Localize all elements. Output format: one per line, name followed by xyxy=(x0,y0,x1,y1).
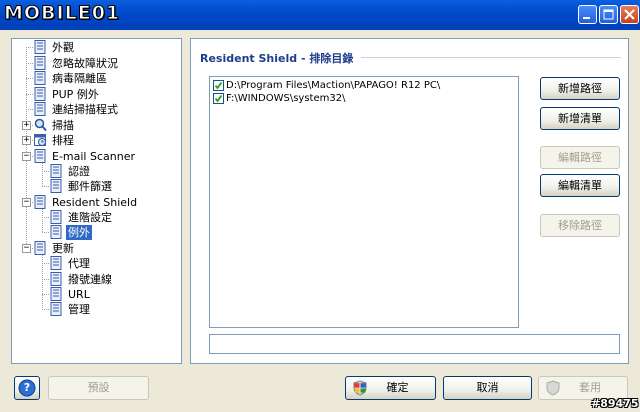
shield-icon xyxy=(546,380,560,396)
settings-page-icon xyxy=(34,71,46,85)
help-label: ? xyxy=(23,381,31,394)
expand-scan-button[interactable]: + xyxy=(22,121,31,130)
app-logo: MOBILE01 xyxy=(3,2,121,25)
tree-item-appearance[interactable]: 外觀 xyxy=(34,40,76,55)
close-icon xyxy=(624,9,635,20)
tree-item-proxy[interactable]: 代理 xyxy=(50,256,92,271)
settings-page-icon xyxy=(50,287,62,301)
edit-path-button[interactable]: 編輯路徑 xyxy=(540,146,620,169)
remove-path-button[interactable]: 移除路徑 xyxy=(540,214,620,237)
settings-page-icon xyxy=(34,87,46,101)
settings-panel: Resident Shield - 排除目錄 D:\Program Files\… xyxy=(190,38,629,364)
expand-schedule-button[interactable]: + xyxy=(22,136,31,145)
tree-item-resident-shield[interactable]: Resident Shield xyxy=(34,195,139,210)
settings-page-icon xyxy=(50,256,62,270)
excluded-paths-list[interactable]: D:\Program Files\Maction\PAPAGO! R12 PC\… xyxy=(209,76,519,328)
cancel-button[interactable]: 取消 xyxy=(443,376,532,400)
tree-item-virus-vault[interactable]: 病毒隔離區 xyxy=(34,71,109,86)
ok-button[interactable]: 確定 xyxy=(345,376,436,400)
shield-icon xyxy=(353,380,367,396)
apply-label: 套用 xyxy=(579,381,601,394)
settings-page-icon xyxy=(50,164,62,178)
path-checkbox[interactable] xyxy=(213,80,224,91)
settings-page-icon xyxy=(34,149,46,163)
title-divider xyxy=(361,57,621,58)
maximize-icon xyxy=(603,9,614,20)
checkmark-icon xyxy=(214,94,223,103)
settings-page-icon xyxy=(50,179,62,193)
tree-item-email-scanner[interactable]: E-mail Scanner xyxy=(34,149,137,164)
default-button[interactable]: 預設 xyxy=(48,376,149,400)
add-list-button[interactable]: 新增清單 xyxy=(540,107,620,130)
tree-item-management[interactable]: 管理 xyxy=(50,302,92,317)
list-item[interactable]: F:\WINDOWS\system32\ xyxy=(213,92,345,105)
tree-item-dial-up[interactable]: 撥號連線 xyxy=(50,272,114,287)
settings-page-icon xyxy=(34,56,46,70)
tree-item-certification[interactable]: 認證 xyxy=(50,164,92,179)
list-item[interactable]: D:\Program Files\Maction\PAPAGO! R12 PC\ xyxy=(213,79,440,92)
settings-tree[interactable]: + + − − − 外觀 忽略故障狀況 病毒隔離區 PUP 例外 連結掃描程式 … xyxy=(11,38,182,364)
tree-item-exceptions[interactable]: 例外 xyxy=(50,225,92,240)
edit-list-button[interactable]: 編輯清單 xyxy=(540,174,620,197)
collapse-resident-button[interactable]: − xyxy=(22,198,31,207)
panel-title: Resident Shield - 排除目錄 xyxy=(200,52,354,65)
path-text: F:\WINDOWS\system32\ xyxy=(226,93,346,104)
settings-page-icon xyxy=(50,225,62,239)
tree-item-scans[interactable]: 掃描 xyxy=(34,118,76,133)
help-button[interactable]: ? xyxy=(14,376,40,400)
settings-page-icon xyxy=(34,241,46,255)
settings-page-icon xyxy=(34,102,46,116)
tree-item-schedules[interactable]: 排程 xyxy=(34,133,76,148)
path-checkbox[interactable] xyxy=(213,93,224,104)
minimize-icon xyxy=(583,17,590,19)
tree-item-update[interactable]: 更新 xyxy=(34,241,76,256)
minimize-button[interactable] xyxy=(578,5,597,24)
tree-item-advanced-settings[interactable]: 進階設定 xyxy=(50,210,114,225)
collapse-email-button[interactable]: − xyxy=(22,152,31,161)
tree-item-mail-filtering[interactable]: 郵件篩選 xyxy=(50,179,114,194)
path-text: D:\Program Files\Maction\PAPAGO! R12 PC\ xyxy=(226,80,441,91)
tree-item-pup-exceptions[interactable]: PUP 例外 xyxy=(34,87,101,102)
status-field xyxy=(209,334,620,354)
checkmark-icon xyxy=(214,81,223,90)
collapse-update-button[interactable]: − xyxy=(22,244,31,253)
settings-page-icon xyxy=(50,210,62,224)
calendar-clock-icon xyxy=(34,134,46,146)
tree-item-url[interactable]: URL xyxy=(50,287,92,302)
tree-item-link-scanner[interactable]: 連結掃描程式 xyxy=(34,102,120,117)
settings-page-icon xyxy=(34,40,46,54)
settings-page-icon xyxy=(50,302,62,316)
settings-page-icon xyxy=(34,195,46,209)
tree-item-ignore-faulty[interactable]: 忽略故障狀況 xyxy=(34,56,120,71)
settings-page-icon xyxy=(50,272,62,286)
add-path-button[interactable]: 新增路徑 xyxy=(540,77,620,100)
close-button[interactable] xyxy=(620,5,639,24)
ok-label: 確定 xyxy=(386,381,409,394)
maximize-button[interactable] xyxy=(599,5,618,24)
watermark-text: #89475 xyxy=(591,397,639,410)
title-bar: MOBILE01 xyxy=(0,0,640,31)
magnifier-icon xyxy=(34,118,47,132)
